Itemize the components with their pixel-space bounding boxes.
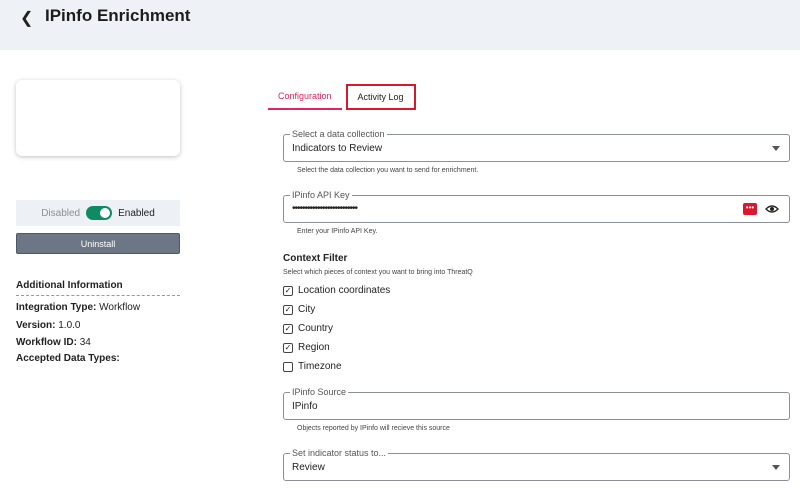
- checkbox-label: Country: [298, 323, 334, 334]
- chevron-left-icon[interactable]: ❮: [20, 8, 33, 28]
- workflow-id-label: Workflow ID:: [16, 337, 77, 348]
- checkbox-label: Region: [298, 342, 330, 353]
- toggle-on-label: Enabled: [118, 207, 155, 219]
- toggle-off-label: Disabled: [41, 207, 81, 219]
- context-filter-title: Context Filter: [283, 253, 348, 264]
- checkbox-label: City: [298, 304, 316, 315]
- accepted-types-line: Accepted Data Types:: [16, 353, 120, 364]
- api-key-value: ••••••••••••••••••••••••••: [292, 203, 358, 214]
- source-input[interactable]: IPinfo Source IPinfo: [283, 387, 790, 420]
- chevron-down-icon[interactable]: [772, 146, 780, 151]
- status-select[interactable]: Set indicator status to... Review: [283, 448, 790, 481]
- checkbox-timezone[interactable]: Timezone: [283, 361, 342, 372]
- page-title: IPinfo Enrichment: [45, 6, 191, 25]
- collection-select[interactable]: Select a data collection Indicators to R…: [283, 129, 790, 162]
- accepted-types-label: Accepted Data Types:: [16, 353, 120, 364]
- checkbox-city[interactable]: ✓ City: [283, 304, 315, 315]
- collection-legend: Select a data collection: [290, 129, 387, 139]
- password-manager-icon[interactable]: •••: [743, 203, 757, 215]
- integration-logo-card: [16, 80, 180, 156]
- source-helper: Objects reported by IPinfo will recieve …: [297, 425, 450, 432]
- chevron-down-icon[interactable]: [772, 465, 780, 470]
- checkbox-region[interactable]: ✓ Region: [283, 342, 330, 353]
- source-legend: IPinfo Source: [290, 387, 349, 397]
- enable-toggle[interactable]: Disabled Enabled: [16, 200, 180, 226]
- source-value: IPinfo: [292, 401, 318, 412]
- context-filter-subtitle: Select which pieces of context you want …: [283, 269, 473, 276]
- checkbox-icon[interactable]: ✓: [283, 323, 293, 334]
- checkbox-icon[interactable]: ✓: [283, 304, 293, 315]
- workflow-id-line: Workflow ID: 34: [16, 337, 91, 348]
- integration-type-label: Integration Type:: [16, 302, 97, 313]
- uninstall-button[interactable]: Uninstall: [16, 233, 180, 254]
- collection-helper: Select the data collection you want to s…: [297, 167, 479, 174]
- api-key-helper: Enter your IPinfo API Key.: [297, 228, 378, 235]
- toggle-knob: [100, 208, 111, 218]
- tab-bar: Configuration Activity Log: [268, 84, 416, 110]
- version-line: Version: 1.0.0: [16, 320, 81, 331]
- page-header: ❮ IPinfo Enrichment: [0, 0, 800, 50]
- checkbox-icon[interactable]: [283, 361, 293, 372]
- checkbox-location-coordinates[interactable]: ✓ Location coordinates: [283, 285, 390, 296]
- tab-configuration[interactable]: Configuration: [268, 84, 342, 110]
- eye-icon[interactable]: [765, 203, 779, 215]
- checkbox-country[interactable]: ✓ Country: [283, 323, 333, 334]
- checkbox-icon[interactable]: ✓: [283, 285, 293, 296]
- checkbox-icon[interactable]: ✓: [283, 342, 293, 353]
- api-key-input[interactable]: IPinfo API Key •••••••••••••••••••••••••…: [283, 190, 790, 223]
- api-key-legend: IPinfo API Key: [290, 190, 352, 200]
- status-legend: Set indicator status to...: [290, 448, 389, 458]
- additional-info-title: Additional Information: [16, 280, 180, 296]
- tab-activity-log[interactable]: Activity Log: [345, 84, 416, 110]
- version-value: 1.0.0: [58, 320, 81, 331]
- checkbox-label: Timezone: [298, 361, 342, 372]
- collection-value: Indicators to Review: [292, 143, 383, 154]
- integration-type-value: Workflow: [99, 302, 141, 313]
- version-label: Version:: [16, 320, 56, 331]
- integration-type-line: Integration Type: Workflow: [16, 302, 140, 313]
- toggle-switch[interactable]: [86, 206, 113, 220]
- workflow-id-value: 34: [79, 337, 91, 348]
- checkbox-label: Location coordinates: [298, 285, 391, 296]
- status-value: Review: [292, 462, 325, 473]
